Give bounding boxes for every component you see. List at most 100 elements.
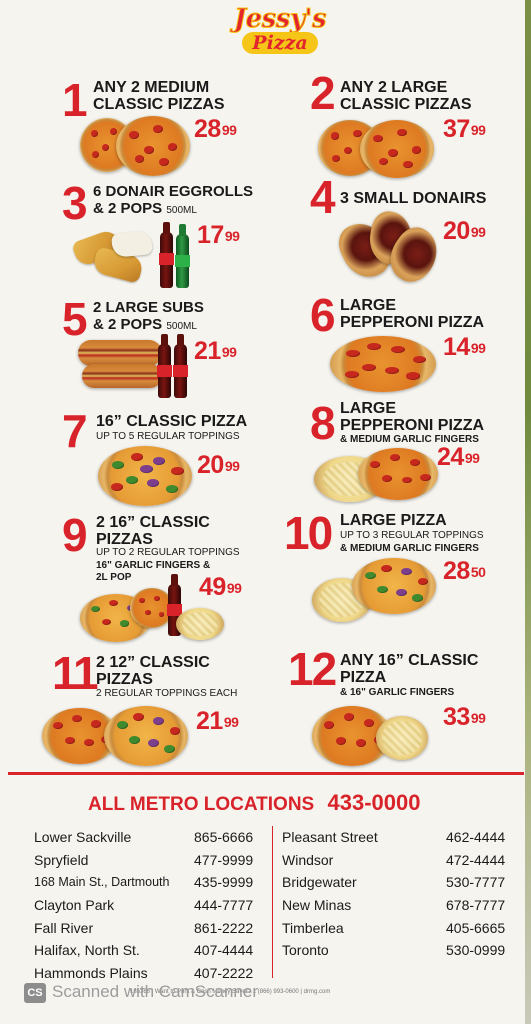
location-name: Spryfield — [34, 851, 89, 868]
deal-note: & 16" GARLIC FINGERS — [340, 687, 455, 698]
location-row: Lower Sackville 865-6666 — [34, 827, 264, 850]
deal-price: 1799 — [197, 221, 240, 249]
deal-note: 2 REGULAR TOPPINGS EACH — [96, 688, 238, 699]
deal-number: 4 — [310, 171, 336, 223]
deal-title: 2 16” CLASSIC PIZZAS — [96, 514, 210, 548]
location-row: 168 Main St., Dartmouth 435-9999 — [34, 872, 264, 895]
location-row: Clayton Park 444-7777 — [34, 895, 264, 918]
location-phone: 444-7777 — [194, 897, 254, 914]
location-name: Fall River — [34, 919, 94, 936]
deal-price: 1499 — [443, 333, 486, 361]
deal-title: LARGE PEPPERONI PIZZA — [340, 297, 485, 331]
location-name: Halifax, North St. — [34, 942, 140, 959]
dip-image — [111, 230, 153, 258]
deal-price: 2099 — [197, 451, 240, 479]
locations-list-left: Lower Sackville 865-6666 Spryfield 477-9999… — [34, 827, 264, 986]
deal-title: ANY 2 LARGE CLASSIC PIZZAS — [340, 79, 472, 113]
pop-bottle-image — [175, 224, 190, 288]
pizza-image — [98, 446, 192, 506]
deal-number: 10 — [284, 507, 333, 559]
deal-number: 8 — [310, 397, 336, 449]
location-phone: 435-9999 — [194, 874, 254, 891]
scanner-watermark: CS 185368 | Want to Print & Cash Money S… — [0, 980, 531, 1006]
location-name: Bridgewater — [282, 874, 357, 891]
column-divider — [272, 826, 273, 978]
page-edge — [525, 0, 531, 1024]
deal-number: 6 — [310, 289, 336, 341]
location-name: Lower Sackville — [34, 829, 132, 845]
deal-price: 2199 — [196, 707, 239, 735]
deal-note: UP TO 2 REGULAR TOPPINGS — [96, 547, 240, 558]
deal-number: 12 — [288, 643, 337, 695]
deal-number: 1 — [62, 74, 88, 126]
location-row: Pleasant Street 462-4444 — [282, 827, 514, 850]
garlic-fingers-image — [176, 608, 224, 640]
location-phone: 530-0999 — [446, 942, 506, 959]
deal-title: ANY 16” CLASSIC PIZZA — [340, 652, 479, 686]
deal-note: UP TO 3 REGULAR TOPPINGS — [340, 530, 484, 541]
deal-note: UP TO 5 REGULAR TOPPINGS — [96, 431, 240, 442]
deal-number: 3 — [62, 177, 88, 229]
section-divider — [8, 772, 524, 775]
location-row: Bridgewater 530-7777 — [282, 872, 514, 895]
location-row: Timberlea 405-6665 — [282, 918, 514, 941]
scanned-with-text: Scanned with CamScanner — [52, 982, 259, 1001]
pizza-image — [330, 336, 436, 392]
deal-price: 2099 — [443, 217, 486, 245]
deal-title: ANY 2 MEDIUM CLASSIC PIZZAS — [93, 79, 225, 113]
deal-price: 2850 — [443, 557, 486, 585]
deal-price: 3399 — [443, 703, 486, 731]
deal-price: 2899 — [194, 115, 237, 143]
pop-bottle-image — [159, 222, 174, 288]
location-phone: 530-7777 — [446, 874, 506, 891]
deal-note-2: & MEDIUM GARLIC FINGERS — [340, 543, 479, 554]
location-phone: 477-9999 — [194, 851, 254, 868]
sub-image — [78, 340, 162, 366]
location-name: Windsor — [282, 851, 334, 868]
location-name: Toronto — [282, 942, 329, 959]
deal-number: 7 — [62, 405, 88, 457]
pizza-image — [104, 706, 188, 766]
deal-price: 3799 — [443, 115, 486, 143]
location-row: Spryfield 477-9999 — [34, 850, 264, 873]
main-phone: 433-0000 — [327, 790, 421, 815]
brand-logo: Jessy's Pizza — [216, 4, 344, 64]
location-phone: 462-4444 — [446, 829, 506, 845]
deal-price: 2499 — [437, 443, 480, 471]
location-name: Pleasant Street — [282, 829, 378, 845]
location-phone: 405-6665 — [446, 919, 506, 936]
pizza-image — [358, 448, 438, 500]
pizza-image — [352, 558, 436, 614]
brand-name: Jessy's — [233, 4, 327, 35]
deal-number: 5 — [62, 293, 88, 345]
location-name: Timberlea — [282, 919, 344, 936]
location-row: Toronto 530-0999 — [282, 940, 514, 963]
deal-price: 2199 — [194, 337, 237, 365]
location-row: Windsor 472-4444 — [282, 850, 514, 873]
garlic-fingers-image — [376, 716, 428, 760]
deal-title: 3 SMALL DONAIRS — [340, 190, 487, 207]
location-name: Clayton Park — [34, 897, 115, 914]
location-name: New Minas — [282, 897, 352, 914]
flyer: Jessy's Pizza 1 ANY 2 MEDIUM CLASSIC PIZZ… — [0, 0, 531, 1024]
pizza-image — [116, 116, 190, 176]
deal-title: 6 DONAIR EGGROLLS & 2 POPS 500mL — [93, 183, 254, 217]
location-phone: 678-7777 — [446, 897, 506, 914]
camscanner-icon: CS — [24, 983, 46, 1003]
location-row: Halifax, North St. 407-4444 — [34, 940, 264, 963]
location-phone: 472-4444 — [446, 851, 506, 868]
deal-title: LARGE PEPPERONI PIZZA — [340, 400, 485, 434]
location-phone: 865-6666 — [194, 829, 254, 845]
location-row: Fall River 861-2222 — [34, 918, 264, 941]
deal-title: 2 LARGE SUBS & 2 POPS 500mL — [93, 299, 204, 333]
pizza-image — [360, 120, 434, 178]
location-phone: 861-2222 — [194, 919, 254, 936]
locations-title: ALL METRO LOCATIONS — [88, 794, 315, 815]
deal-number: 11 — [52, 647, 99, 699]
locations-heading: ALL METRO LOCATIONS 433-0000 — [88, 790, 421, 816]
deal-price: 4999 — [199, 573, 242, 601]
deal-title: 2 12” CLASSIC PIZZAS — [96, 654, 210, 688]
deal-number: 9 — [62, 509, 88, 561]
deal-number: 2 — [310, 67, 336, 119]
deal-note-2: 16" GARLIC FINGERS & 2L POP — [96, 560, 211, 583]
